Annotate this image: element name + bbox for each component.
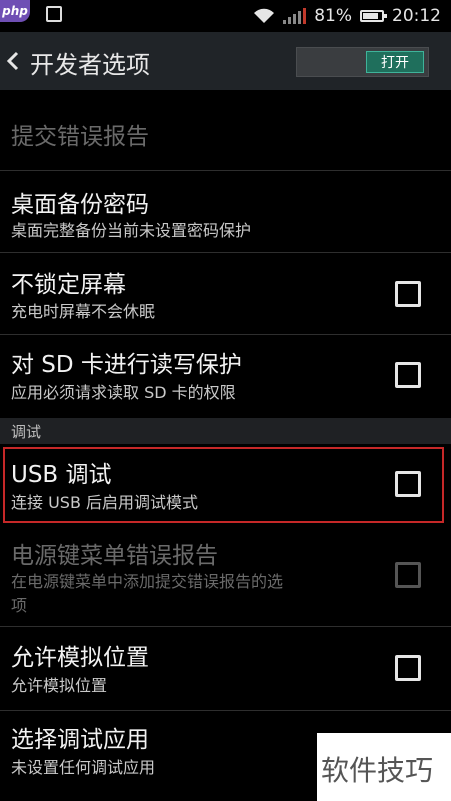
item-title: 不锁定屏幕 <box>11 272 126 298</box>
item-summary: 充电时屏幕不会休眠 <box>11 302 156 321</box>
list-item-protect-sd[interactable]: 对 SD 卡进行读写保护 应用必须请求读取 SD 卡的权限 <box>0 335 451 417</box>
list-item-desktop-backup-password[interactable]: 桌面备份密码 桌面完整备份当前未设置密码保护 <box>0 171 451 251</box>
power-menu-bug-report-checkbox <box>395 562 421 588</box>
item-summary-line2: 项 <box>11 596 28 615</box>
page-title: 开发者选项 <box>30 51 150 79</box>
action-bar: 开发者选项 打开 <box>0 32 451 90</box>
item-summary: 允许模拟位置 <box>11 676 108 695</box>
status-bar: php 81% 20:12 <box>0 0 451 32</box>
item-title: 对 SD 卡进行读写保护 <box>11 352 242 378</box>
developer-options-toggle[interactable]: 打开 <box>296 47 429 77</box>
watermark-text: 软件技巧 <box>321 754 434 787</box>
notification-icons <box>32 6 62 22</box>
list-item-bug-report[interactable]: 提交错误报告 <box>0 90 451 170</box>
item-summary: 未设置任何调试应用 <box>11 758 156 777</box>
item-summary: 应用必须请求读取 SD 卡的权限 <box>11 383 236 402</box>
toggle-on-label: 打开 <box>366 51 424 73</box>
item-title: 电源键菜单错误报告 <box>11 543 218 569</box>
item-title: 提交错误报告 <box>11 124 149 150</box>
battery-icon <box>360 10 387 22</box>
item-summary: 桌面完整备份当前未设置密码保护 <box>11 221 252 240</box>
image-notification-icon <box>46 6 62 22</box>
protect-sd-checkbox[interactable] <box>395 362 421 388</box>
status-right: 81% 20:12 <box>253 0 441 32</box>
item-title: 桌面备份密码 <box>11 192 149 218</box>
watermark: 软件技巧 <box>317 733 451 801</box>
mock-location-checkbox[interactable] <box>395 655 421 681</box>
highlight-frame <box>3 447 444 523</box>
item-summary-line1: 在电源键菜单中添加提交错误报告的选 <box>11 572 284 591</box>
section-header-label: 调试 <box>11 423 42 441</box>
back-chevron-icon[interactable] <box>6 51 20 71</box>
clock: 20:12 <box>392 6 441 26</box>
item-title: 选择调试应用 <box>11 727 149 753</box>
list-item-power-menu-bug-report: 电源键菜单错误报告 在电源键菜单中添加提交错误报告的选 项 <box>0 527 451 625</box>
item-title: 允许模拟位置 <box>11 645 149 671</box>
battery-percent: 81% <box>314 6 352 26</box>
list-item-stay-awake[interactable]: 不锁定屏幕 充电时屏幕不会休眠 <box>0 253 451 333</box>
list-item-mock-location[interactable]: 允许模拟位置 允许模拟位置 <box>0 627 451 709</box>
wifi-icon <box>254 8 275 23</box>
php-logo: php <box>0 0 30 22</box>
stay-awake-checkbox[interactable] <box>395 281 421 307</box>
section-header-debugging: 调试 <box>0 418 451 444</box>
signal-icon <box>283 8 307 24</box>
